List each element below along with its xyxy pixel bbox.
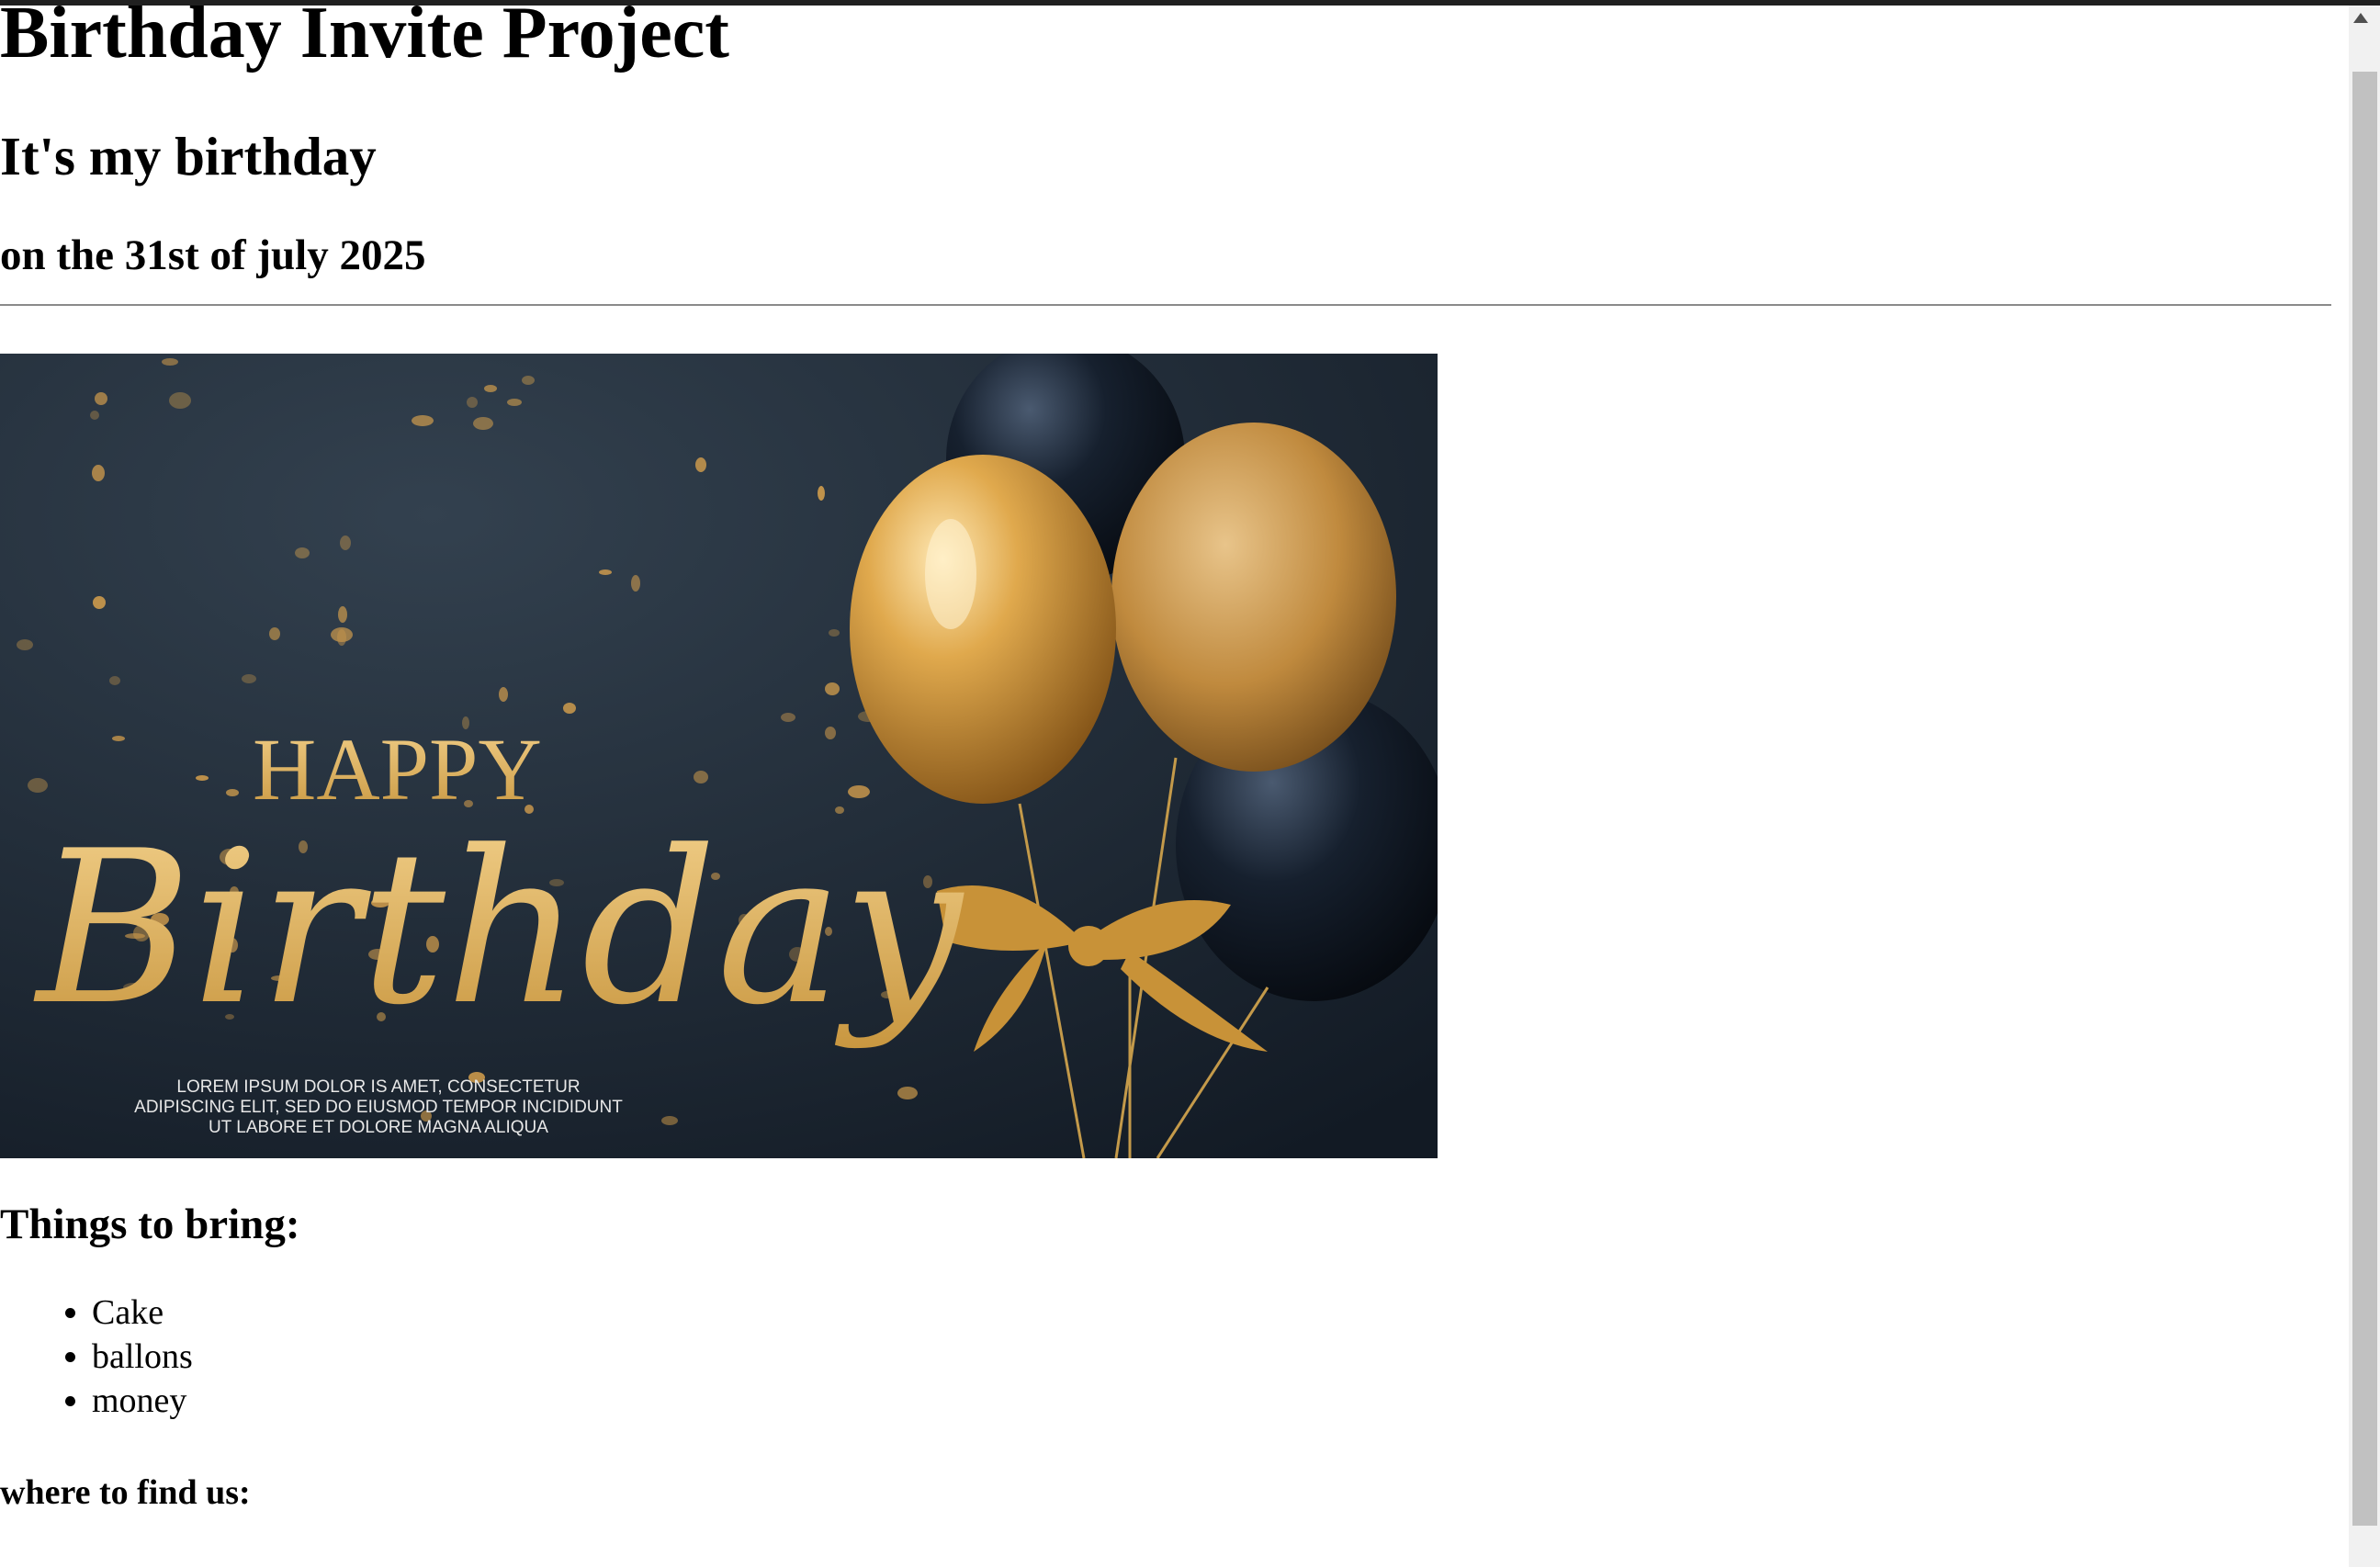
confetti-dot	[340, 535, 351, 550]
confetti-dot	[467, 397, 478, 408]
confetti-dot	[825, 727, 836, 739]
confetti-dot	[563, 703, 576, 714]
confetti-dot	[522, 376, 535, 385]
page-subtitle: It's my birthday	[0, 126, 377, 186]
confetti-dot	[28, 778, 48, 793]
confetti-dot	[473, 417, 493, 430]
confetti-dot	[848, 785, 870, 798]
scrollbar-thumb[interactable]	[2352, 72, 2377, 1526]
list-item: money	[92, 1379, 193, 1423]
confetti-dot	[109, 676, 120, 685]
list-item: ballons	[92, 1335, 193, 1379]
confetti-dot	[818, 486, 825, 501]
confetti-dot	[695, 457, 706, 472]
date-line: on the 31st of july 2025	[0, 231, 426, 279]
divider	[0, 304, 2331, 306]
confetti-dot	[112, 736, 125, 741]
confetti-dot	[599, 569, 612, 575]
confetti-dot	[169, 392, 191, 409]
banner-caption-line-3: UT LABORE ET DOLORE MAGNA ALIQUA	[209, 1118, 548, 1137]
confetti-dot	[92, 465, 105, 481]
confetti-dot	[226, 789, 239, 796]
bring-list: Cake ballons money	[0, 1291, 193, 1423]
confetti-dot	[661, 1116, 678, 1125]
where-to-find-us-heading: where to find us:	[0, 1473, 251, 1512]
banner-birthday-text: Birthday	[33, 806, 964, 1052]
confetti-dot	[412, 415, 434, 426]
confetti-dot	[95, 392, 107, 405]
confetti-dot	[507, 399, 522, 406]
confetti-dot	[484, 385, 497, 392]
things-to-bring-heading: Things to bring:	[0, 1201, 300, 1248]
birthday-banner-image: HAPPY Birthday LOREM IPSUM DOLOR IS AMET…	[0, 354, 1438, 1158]
banner-caption-line-2: ADIPISCING ELIT, SED DO EIUSMOD TEMPOR I…	[134, 1098, 623, 1117]
confetti-dot	[825, 682, 840, 695]
banner-caption-line-1: LOREM IPSUM DOLOR IS AMET, CONSECTETUR	[176, 1077, 580, 1097]
confetti-dot	[897, 1087, 918, 1099]
confetti-dot	[338, 606, 347, 623]
list-item: Cake	[92, 1291, 193, 1335]
confetti-dot	[829, 629, 840, 637]
confetti-dot	[269, 627, 280, 640]
confetti-dot	[295, 547, 310, 558]
confetti-dot	[694, 771, 708, 784]
confetti-dot	[331, 627, 353, 642]
confetti-dot	[196, 775, 209, 781]
confetti-dot	[242, 674, 256, 683]
confetti-dot	[781, 713, 795, 722]
confetti-dot	[631, 575, 640, 592]
banner-happy-text: HAPPY	[253, 720, 542, 818]
confetti-dot	[499, 687, 508, 702]
confetti-dot	[93, 596, 106, 609]
scroll-up-arrow-icon[interactable]	[2353, 13, 2368, 23]
page-title: Birthday Invite Project	[0, 0, 729, 73]
confetti-dot	[90, 411, 99, 420]
confetti-dot	[162, 358, 178, 366]
confetti-dot	[17, 639, 33, 650]
